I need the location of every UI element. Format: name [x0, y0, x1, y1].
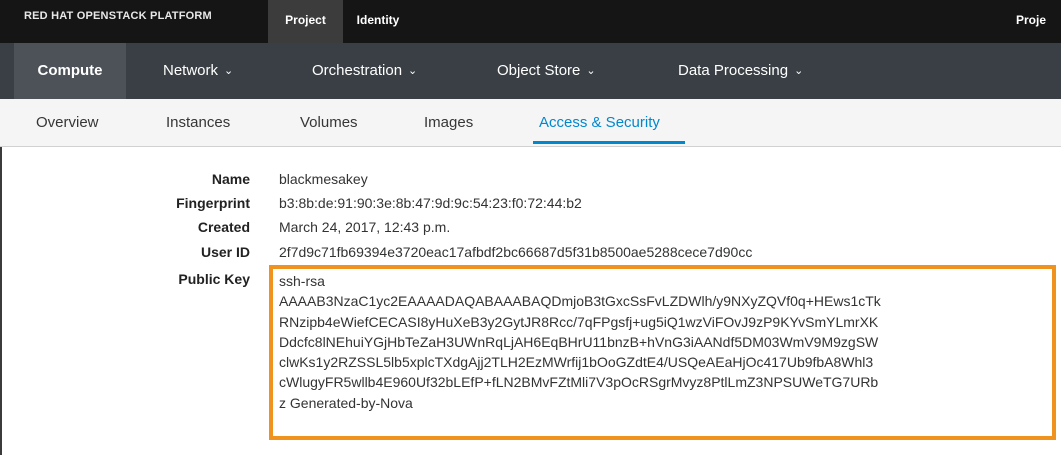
fingerprint-label: Fingerprint [176, 195, 250, 211]
nav-compute[interactable]: Compute [14, 43, 126, 99]
created-value: March 24, 2017, 12:43 p.m. [279, 219, 451, 235]
public-key-line: clwKs1y2RZSSL5lb5xplcTXdgAjj2TLH2EzMWrfi… [279, 354, 874, 371]
public-key-line: AAAAB3NzaC1yc2EAAAADAQABAAABAQDmjoB3tGxc… [279, 293, 881, 310]
nav-object-store-label: Object Store [497, 62, 581, 79]
masthead: RED HAT OPENSTACK PLATFORM Project Ident… [0, 0, 1061, 43]
public-key-line: cWlugyFR5wllb4E960Uf32bLEfP+fLN2BMvFZtMl… [279, 374, 879, 391]
nav-orchestration[interactable]: Orchestration ⌄ [312, 43, 417, 99]
nav-network[interactable]: Network ⌄ [163, 43, 233, 99]
chevron-down-icon: ⌄ [794, 65, 804, 77]
nav-network-label: Network [163, 62, 219, 79]
nav-data-processing-label: Data Processing [678, 62, 789, 79]
top-tab-identity[interactable]: Identity [348, 0, 408, 43]
public-key-line: Ddcfc8lNEhuiYGjHbTeZaH3UWnRqLjAH6EqBHrU1… [279, 333, 879, 350]
primary-nav: Compute Network ⌄ Orchestration ⌄ Object S… [0, 43, 1061, 99]
tab-overview[interactable]: Overview [36, 99, 99, 146]
project-selector[interactable]: Proje [1016, 0, 1046, 43]
chevron-down-icon: ⌄ [586, 65, 596, 77]
name-value: blackmesakey [279, 171, 368, 187]
nav-orchestration-label: Orchestration [312, 62, 403, 79]
tab-images[interactable]: Images [424, 99, 473, 146]
name-label: Name [211, 171, 250, 187]
nav-data-processing[interactable]: Data Processing ⌄ [678, 43, 803, 99]
public-key-label: Public Key [178, 271, 250, 287]
chevron-down-icon: ⌄ [224, 65, 234, 77]
user-id-label: User ID [200, 244, 250, 260]
tab-volumes[interactable]: Volumes [300, 99, 358, 146]
public-key-line: RNzipb4eWiefCECASI8yHuXeB3y2GytJR8Rcc/7q… [279, 313, 879, 330]
nav-object-store[interactable]: Object Store ⌄ [497, 43, 596, 99]
nav-compute-label: Compute [37, 62, 103, 79]
tab-access-security[interactable]: Access & Security [539, 99, 660, 146]
created-label: Created [197, 219, 250, 235]
fingerprint-value: b3:8b:de:91:90:3e:8b:47:9d:9c:54:23:f0:7… [279, 195, 582, 211]
tab-instances[interactable]: Instances [166, 99, 230, 146]
chevron-down-icon: ⌄ [408, 65, 418, 77]
brand-logo: RED HAT OPENSTACK PLATFORM [24, 10, 212, 22]
compute-tabs: Overview Instances Volumes Images Access… [0, 99, 1061, 147]
top-tab-project[interactable]: Project [268, 0, 343, 43]
user-id-value: 2f7d9c71fb69394e3720eac17afbdf2bc66687d5… [279, 244, 753, 260]
public-key-line: ssh-rsa [279, 273, 325, 289]
public-key-value: ssh-rsa AAAAB3NzaC1yc2EAAAADAQABAAABAQDm… [279, 271, 1049, 413]
public-key-line: z Generated-by-Nova [279, 394, 413, 411]
active-tab-indicator [533, 141, 685, 144]
